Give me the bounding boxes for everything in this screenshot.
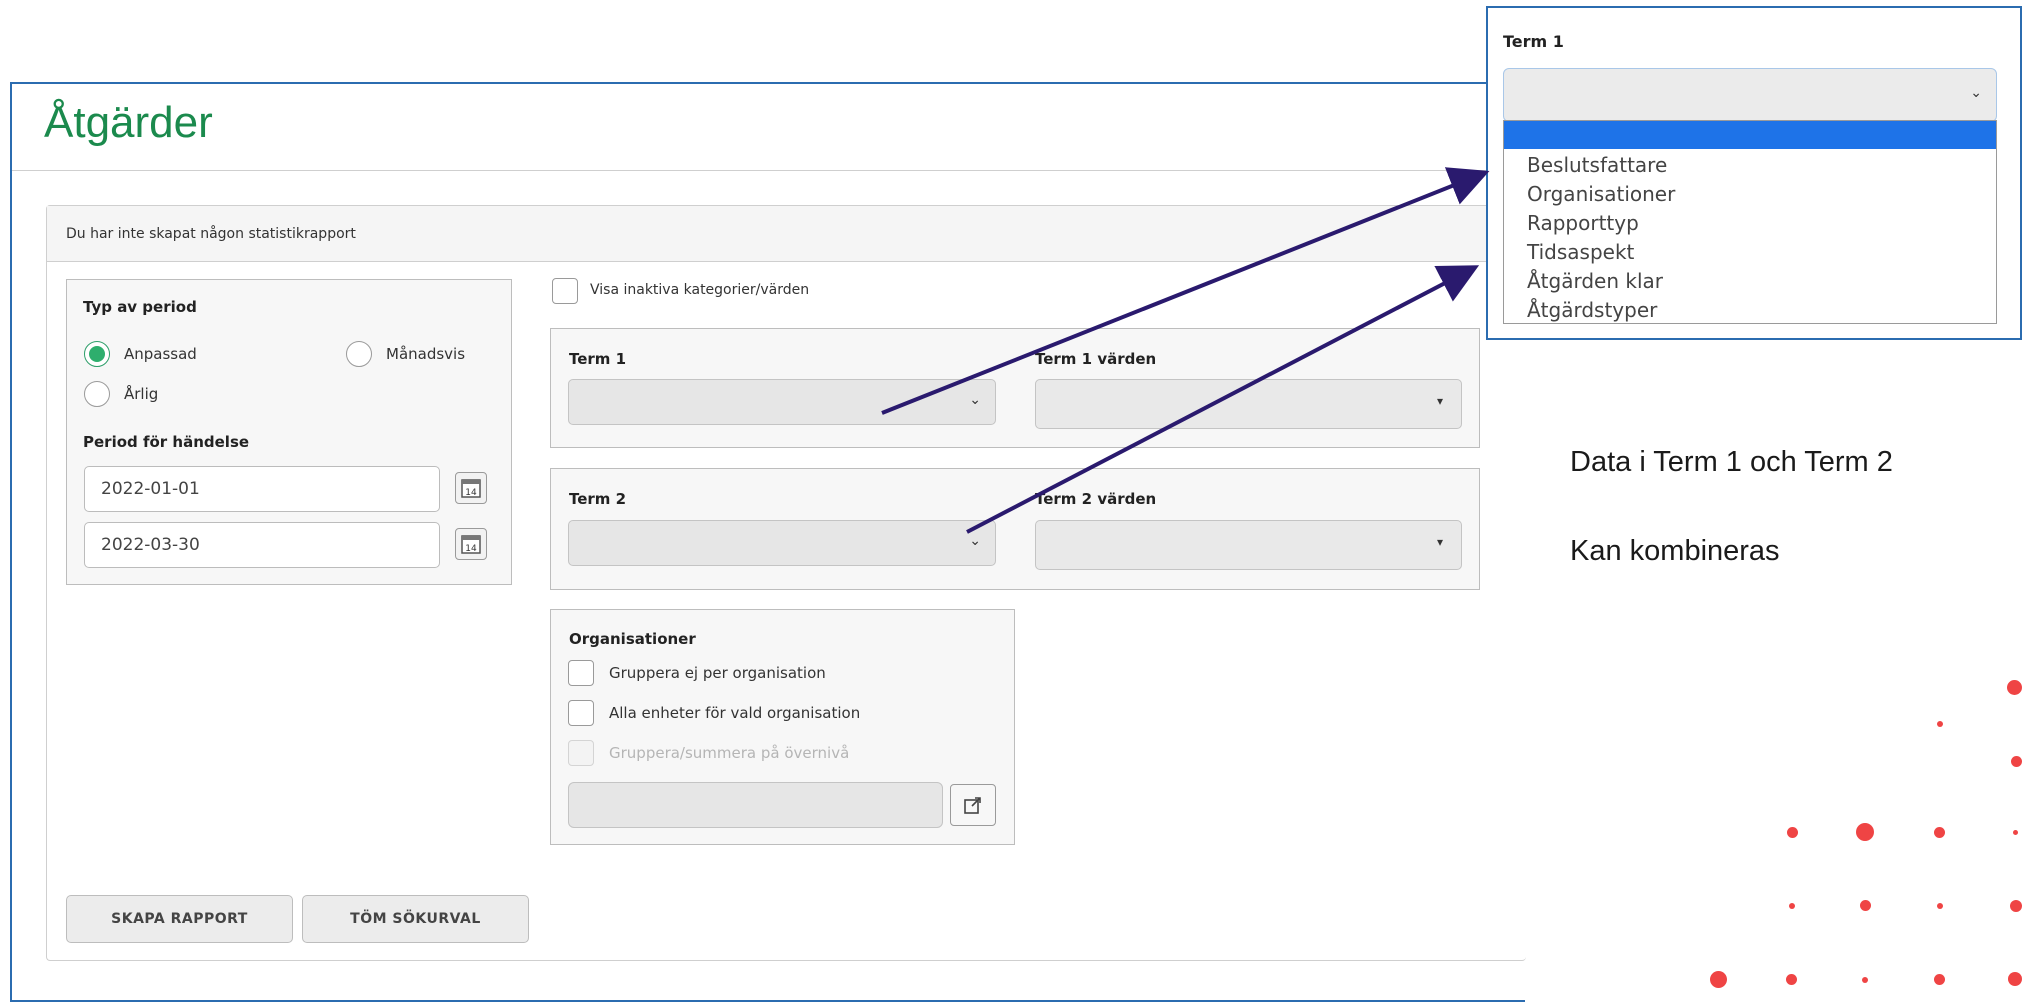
decor-dot <box>2010 900 2022 912</box>
decor-dot <box>1937 903 1943 909</box>
decor-dot <box>1710 971 1727 988</box>
arrow-term1 <box>881 167 1490 415</box>
decor-dot <box>2013 830 2018 835</box>
decor-dot <box>1862 977 1868 983</box>
decor-dot <box>2011 756 2022 767</box>
annotation-arrows <box>881 167 1490 534</box>
decor-dot <box>1937 721 1943 727</box>
decor-dot <box>1934 827 1945 838</box>
decor-dot <box>1786 974 1797 985</box>
decor-dot <box>1856 823 1874 841</box>
decor-dot <box>1934 974 1945 985</box>
decor-dot <box>1860 900 1871 911</box>
decor-dot <box>2008 972 2022 986</box>
arrow-term2 <box>966 265 1480 534</box>
decor-dot <box>1787 827 1798 838</box>
decor-dot <box>1789 903 1795 909</box>
decor-dot <box>2007 680 2022 695</box>
